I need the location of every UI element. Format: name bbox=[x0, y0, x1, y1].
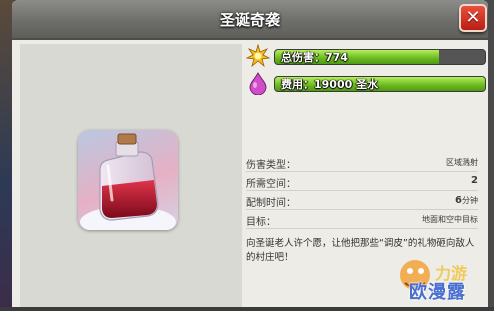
info-row-brew-time: 配制时间： 6分钟 bbox=[246, 191, 478, 210]
spell-image-area bbox=[20, 44, 242, 307]
info-value: 区域溅射 bbox=[446, 158, 478, 167]
info-key: 所需空间： bbox=[246, 179, 296, 190]
damage-bar: 总伤害：774 bbox=[274, 49, 486, 65]
info-key: 配制时间： bbox=[246, 198, 296, 209]
info-row-damage-type: 伤害类型： 区域溅射 bbox=[246, 153, 478, 172]
spell-info-table: 伤害类型： 区域溅射 所需空间： 2 配制时间： 6分钟 目标： 地面和空中目标 bbox=[246, 153, 478, 229]
info-key: 伤害类型： bbox=[246, 160, 296, 171]
title-bar: 圣诞奇袭 ✕ bbox=[12, 0, 488, 40]
window-title: 圣诞奇袭 bbox=[219, 11, 280, 29]
info-value-number: 6 bbox=[455, 195, 462, 206]
info-value-unit: 分钟 bbox=[462, 196, 478, 205]
info-key: 目标： bbox=[246, 217, 276, 228]
potion-bottle-icon bbox=[78, 130, 178, 230]
info-row-target: 目标： 地面和空中目标 bbox=[246, 210, 478, 229]
info-value: 地面和空中目标 bbox=[422, 215, 478, 224]
cost-bar: 费用：19000 圣水 bbox=[274, 76, 486, 92]
close-icon: ✕ bbox=[465, 7, 481, 28]
close-button[interactable]: ✕ bbox=[459, 4, 487, 32]
info-value: 6分钟 bbox=[455, 195, 478, 206]
damage-label: 总伤害：774 bbox=[281, 51, 348, 64]
info-value: 2 bbox=[471, 175, 478, 186]
cost-label: 费用：19000 圣水 bbox=[281, 78, 379, 91]
damage-burst-icon bbox=[245, 43, 271, 68]
info-value-number: 2 bbox=[471, 175, 478, 186]
info-row-housing-space: 所需空间： 2 bbox=[246, 172, 478, 191]
watermark-text: 欧漫露 bbox=[409, 282, 466, 303]
elixir-drop-icon bbox=[246, 71, 270, 96]
